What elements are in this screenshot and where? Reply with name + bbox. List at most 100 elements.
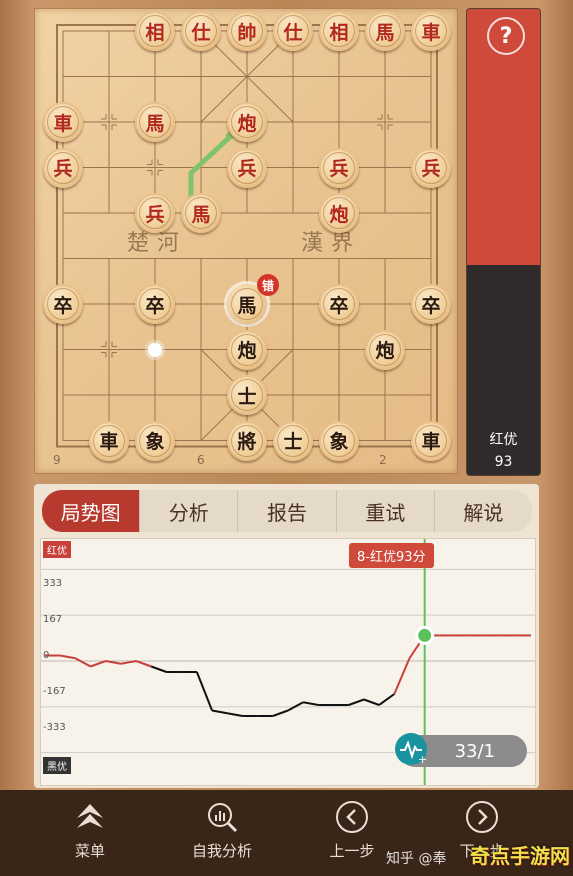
- black-piece[interactable]: 卒: [135, 284, 175, 324]
- red-piece[interactable]: 仕: [181, 11, 221, 51]
- red-piece[interactable]: 炮: [319, 193, 359, 233]
- y-tick-label: -333: [43, 722, 66, 733]
- piece-label: 炮: [329, 203, 349, 226]
- eval-line-segment: [303, 701, 319, 706]
- red-piece[interactable]: 仕: [273, 11, 313, 51]
- piece-label: 象: [329, 431, 349, 453]
- piece-label: 士: [237, 385, 257, 408]
- tab-report[interactable]: 报告: [238, 490, 337, 532]
- red-piece[interactable]: 車: [43, 102, 83, 142]
- pulse-icon[interactable]: +: [395, 733, 427, 766]
- red-piece[interactable]: 相: [135, 11, 175, 51]
- piece-label: 卒: [421, 294, 441, 317]
- red-piece[interactable]: 馬: [365, 11, 405, 51]
- eval-line-segment: [60, 654, 76, 660]
- piece-label: 兵: [421, 158, 441, 180]
- piece-label: 卒: [145, 294, 165, 317]
- red-piece[interactable]: 相: [319, 11, 359, 51]
- eval-line-segment: [363, 698, 380, 706]
- black-piece[interactable]: 卒: [411, 284, 451, 324]
- tab-situation-chart[interactable]: 局势图: [42, 490, 141, 532]
- file-number: 2: [379, 453, 387, 467]
- file-number: 6: [197, 453, 205, 467]
- evaluation-graph[interactable]: 红优 333 167 0 -167 -333 黑优 8-红优93分 33/1 +: [40, 538, 536, 786]
- menu-icon: [73, 800, 107, 834]
- eval-line-segment: [74, 657, 92, 668]
- red-piece[interactable]: 兵: [43, 147, 83, 188]
- analysis-icon: [205, 800, 239, 834]
- eval-line-segment: [393, 657, 411, 695]
- self-analysis-button[interactable]: 自我分析: [172, 800, 272, 861]
- piece-label: 車: [421, 21, 441, 44]
- menu-button[interactable]: 菜单: [40, 800, 140, 861]
- piece-label: 馬: [375, 21, 395, 44]
- piece-label: 士: [283, 431, 303, 453]
- black-piece[interactable]: 卒: [319, 284, 359, 324]
- eval-line-segment: [348, 698, 365, 706]
- black-piece[interactable]: 士: [273, 420, 313, 461]
- eval-line-segment: [272, 709, 289, 717]
- piece-label: 象: [145, 431, 165, 453]
- red-piece[interactable]: 馬: [135, 102, 175, 142]
- eval-line-segment: [287, 701, 304, 712]
- piece-label: 仕: [191, 21, 211, 44]
- black-piece[interactable]: 車: [89, 420, 129, 461]
- black-piece[interactable]: 士: [227, 375, 267, 415]
- piece-label: 兵: [53, 158, 73, 180]
- y-tick-label: 167: [43, 614, 63, 625]
- red-piece[interactable]: 馬: [181, 193, 221, 233]
- piece-label: 仕: [283, 21, 303, 44]
- black-piece[interactable]: 車: [411, 420, 451, 461]
- piece-label: 馬: [191, 203, 211, 226]
- tab-retry[interactable]: 重试: [337, 490, 435, 532]
- source-watermark: 知乎 @奉: [386, 851, 447, 867]
- piece-label: 車: [99, 431, 119, 453]
- eval-line-segment: [195, 671, 213, 711]
- black-piece[interactable]: 炮: [227, 329, 267, 370]
- eval-line-segment: [135, 660, 152, 668]
- eval-line-segment: [227, 712, 243, 717]
- red-piece[interactable]: 兵: [319, 147, 359, 188]
- red-piece[interactable]: 兵: [135, 193, 175, 233]
- file-number: 9: [53, 453, 61, 467]
- red-piece[interactable]: 車: [411, 11, 451, 51]
- red-piece[interactable]: 炮: [227, 102, 267, 142]
- piece-label: 相: [145, 21, 165, 44]
- piece-label: 車: [421, 431, 441, 453]
- piece-label: 帥: [237, 21, 257, 44]
- tab-commentary[interactable]: 解说: [435, 490, 532, 532]
- piece-label: 馬: [237, 294, 257, 317]
- help-button[interactable]: ?: [487, 17, 525, 55]
- red-piece[interactable]: 兵: [411, 147, 451, 188]
- eval-line-segment: [90, 660, 107, 668]
- piece-label: 馬: [145, 112, 165, 135]
- prev-icon: [335, 800, 369, 834]
- y-tick-label: -167: [43, 686, 66, 697]
- red-piece[interactable]: 兵: [227, 147, 267, 188]
- black-piece[interactable]: 炮: [365, 329, 405, 370]
- next-icon: [465, 800, 499, 834]
- piece-label: 將: [237, 431, 257, 453]
- piece-label: 卒: [53, 294, 73, 317]
- eval-line-segment: [211, 709, 228, 715]
- panel-tabs: 局势图 分析 报告 重试 解说: [42, 490, 532, 532]
- black-piece[interactable]: 象: [135, 420, 175, 461]
- piece-label: 卒: [329, 294, 349, 317]
- piece-label: 車: [53, 112, 73, 135]
- piece-label: 相: [329, 21, 349, 44]
- black-piece[interactable]: 象: [319, 420, 359, 461]
- eval-line-segment: [150, 665, 167, 673]
- move-target-dot[interactable]: [148, 342, 162, 357]
- svg-text:+: +: [418, 753, 427, 765]
- tab-analysis[interactable]: 分析: [140, 490, 239, 532]
- black-piece[interactable]: 卒: [43, 284, 83, 324]
- black-piece[interactable]: 將: [227, 420, 267, 461]
- piece-label: 兵: [237, 158, 257, 180]
- evaluation-side: 红优: [489, 432, 518, 448]
- help-icon: ?: [499, 23, 513, 49]
- move-cursor-point[interactable]: [415, 625, 435, 645]
- red-piece[interactable]: 帥: [227, 11, 267, 51]
- xiangqi-board[interactable]: 楚河 漢界 9 6 2 相仕帥仕相馬車車馬炮兵兵兵兵兵馬炮卒卒馬卒卒炮炮士車象將…: [34, 8, 458, 474]
- evaluation-bar: ? 红优 93: [466, 8, 541, 476]
- red-advantage-tag: 红优: [43, 541, 71, 558]
